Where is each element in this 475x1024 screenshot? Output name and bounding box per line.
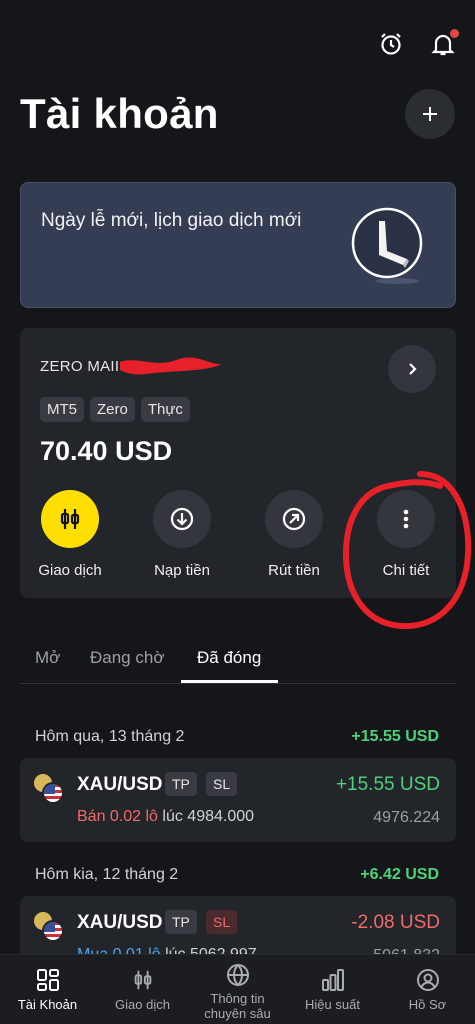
more-vertical-icon bbox=[403, 509, 409, 529]
tag-account-type: Zero bbox=[90, 397, 135, 422]
position-pnl: -2.08 USD bbox=[351, 912, 440, 933]
trade-button[interactable]: Giao dịch bbox=[20, 490, 120, 579]
nav-performance[interactable]: Hiệu suất bbox=[285, 955, 380, 1024]
account-details-button[interactable] bbox=[388, 345, 436, 393]
position-pnl: +15.55 USD bbox=[335, 774, 440, 795]
clock-icon bbox=[351, 207, 423, 284]
order-open-price: lúc 4984.000 bbox=[162, 808, 255, 825]
deposit-arrow-icon bbox=[170, 507, 194, 531]
position-symbol: XAU/USD bbox=[77, 912, 163, 933]
tab-pending[interactable]: Đang chờ bbox=[90, 648, 164, 668]
chevron-right-icon bbox=[409, 363, 417, 375]
more-details-button[interactable]: Chi tiết bbox=[356, 490, 456, 579]
tp-badge: TP bbox=[165, 910, 197, 934]
dashboard-grid-icon bbox=[35, 967, 61, 993]
bottom-nav: Tài Khoản Giao dịch Thông tin chuyên sâu… bbox=[0, 954, 475, 1024]
trade-label: Giao dịch bbox=[38, 562, 102, 579]
nav-label: Thông tin chuyên sâu bbox=[204, 991, 271, 1021]
tab-closed[interactable]: Đã đóng bbox=[197, 648, 261, 668]
account-balance: 70.40 USD bbox=[40, 436, 173, 466]
nav-trade[interactable]: Giao dịch bbox=[95, 955, 190, 1024]
gold-usd-flag-icon bbox=[32, 772, 66, 806]
more-details-label: Chi tiết bbox=[382, 562, 430, 579]
page-title: Tài khoản bbox=[20, 90, 219, 137]
add-account-button[interactable] bbox=[405, 89, 455, 139]
nav-label: Giao dịch bbox=[115, 997, 170, 1012]
tab-open[interactable]: Mở bbox=[35, 648, 60, 668]
tag-platform: MT5 bbox=[40, 397, 84, 422]
withdraw-label: Rút tiền bbox=[268, 562, 320, 579]
account-tags: MT5 Zero Thực bbox=[40, 397, 190, 422]
nav-label: Tài Khoản bbox=[17, 997, 78, 1012]
globe-icon bbox=[225, 962, 251, 988]
tp-badge: TP bbox=[165, 772, 197, 796]
position-row[interactable]: XAU/USD TP SL Bán 0.02 lô lúc 4984.000 +… bbox=[20, 758, 456, 842]
gold-usd-flag-icon bbox=[32, 910, 66, 944]
active-tab-indicator bbox=[181, 680, 278, 683]
tag-account-mode: Thực bbox=[140, 397, 190, 422]
alarm-clock-icon[interactable] bbox=[377, 30, 405, 58]
nav-accounts[interactable]: Tài Khoản bbox=[0, 955, 95, 1024]
account-card: ZERO MAII MT5 Zero Thực 70.40 USD Giao d… bbox=[20, 328, 456, 598]
nav-insights[interactable]: Thông tin chuyên sâu bbox=[190, 955, 285, 1024]
withdraw-arrow-icon bbox=[282, 507, 306, 531]
positions-tabs: Mở Đang chờ Đã đóng bbox=[20, 640, 456, 684]
account-name: ZERO MAII bbox=[40, 358, 120, 375]
order-side: Bán 0.02 lô bbox=[77, 808, 158, 825]
deposit-label: Nạp tiền bbox=[154, 562, 210, 579]
deposit-button[interactable]: Nạp tiền bbox=[132, 490, 232, 579]
plus-icon bbox=[423, 107, 437, 121]
sl-badge: SL bbox=[206, 772, 238, 796]
position-symbol: XAU/USD bbox=[77, 774, 163, 795]
group-total: +6.42 USD bbox=[360, 866, 439, 883]
nav-label: Hiệu suất bbox=[305, 997, 360, 1012]
nav-label: Hồ Sơ bbox=[408, 997, 447, 1012]
bar-chart-icon bbox=[320, 967, 346, 993]
withdraw-button[interactable]: Rút tiền bbox=[244, 490, 344, 579]
candlestick-icon bbox=[130, 967, 156, 993]
top-bar bbox=[377, 29, 459, 58]
nav-profile[interactable]: Hồ Sơ bbox=[380, 955, 475, 1024]
redaction-scribble bbox=[120, 357, 222, 375]
profile-icon bbox=[415, 967, 441, 993]
notification-dot bbox=[450, 29, 459, 38]
banner-text: Ngày lễ mới, lịch giao dịch mới bbox=[41, 210, 302, 231]
position-close-price: 4976.224 bbox=[373, 809, 440, 826]
group-date: Hôm qua, 13 tháng 2 bbox=[35, 728, 185, 745]
bell-icon[interactable] bbox=[429, 29, 459, 58]
sl-badge: SL bbox=[206, 910, 238, 934]
group-total: +15.55 USD bbox=[351, 728, 439, 745]
group-date: Hôm kia, 12 tháng 2 bbox=[35, 866, 179, 883]
order-detail: Bán 0.02 lô lúc 4984.000 bbox=[77, 808, 254, 826]
holiday-banner[interactable]: Ngày lễ mới, lịch giao dịch mới bbox=[20, 182, 456, 308]
candlestick-icon bbox=[60, 509, 80, 529]
